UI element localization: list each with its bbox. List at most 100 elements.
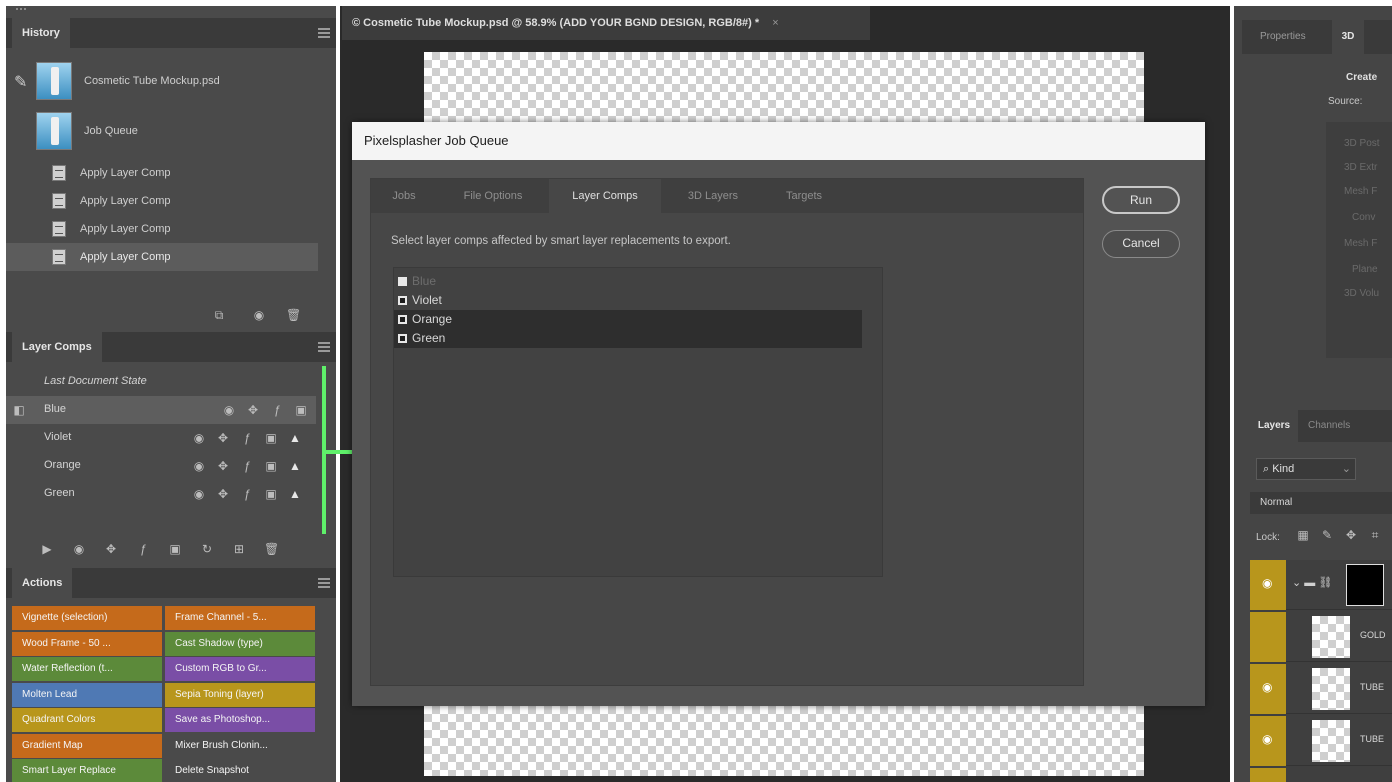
panel-menu-icon[interactable]: [318, 342, 330, 352]
fx-icon[interactable]: ƒ: [240, 487, 254, 501]
appearance-icon[interactable]: ▣: [294, 403, 308, 417]
fx-icon[interactable]: ƒ: [240, 431, 254, 445]
action-button[interactable]: Save as Photoshop...: [165, 708, 315, 732]
eye-icon[interactable]: ◉: [1262, 680, 1272, 694]
layer-comp-row[interactable]: ◧ Blue ◉ ✥ ƒ ▣: [6, 396, 316, 424]
run-button[interactable]: Run: [1102, 186, 1180, 214]
appearance-icon[interactable]: ▣: [264, 487, 278, 501]
new-comp-icon[interactable]: ⊞: [232, 542, 246, 556]
apply-fx-icon[interactable]: ƒ: [136, 542, 150, 556]
channels-tab[interactable]: Channels: [1308, 420, 1350, 431]
action-button[interactable]: Gradient Map: [12, 733, 162, 758]
warning-icon[interactable]: ▲: [288, 459, 302, 473]
warning-icon[interactable]: ▲: [288, 487, 302, 501]
3d-option[interactable]: Plane: [1352, 264, 1378, 275]
last-document-state-row[interactable]: Last Document State: [6, 368, 316, 396]
action-button[interactable]: Mixer Brush Clonin...: [165, 733, 315, 758]
fx-icon[interactable]: ƒ: [270, 403, 284, 417]
canvas-transparent-bottom[interactable]: [424, 706, 1144, 776]
visibility-icon[interactable]: ◉: [192, 459, 206, 473]
visibility-icon[interactable]: ◉: [222, 403, 236, 417]
layer-comp-row[interactable]: Violet ◉ ✥ ƒ ▣ ▲: [6, 424, 316, 452]
trash-icon[interactable]: 🗑: [286, 308, 301, 322]
play-icon[interactable]: ▶: [40, 542, 54, 556]
fx-icon[interactable]: ƒ: [240, 459, 254, 473]
tab-3d-layers[interactable]: 3D Layers: [665, 179, 761, 213]
update-icon[interactable]: ↻: [200, 542, 214, 556]
apply-position-icon[interactable]: ✥: [104, 542, 118, 556]
close-icon[interactable]: ×: [772, 17, 778, 29]
history-step[interactable]: Apply Layer Comp: [6, 187, 318, 215]
visibility-icon[interactable]: ◉: [192, 487, 206, 501]
action-button[interactable]: Sepia Toning (layer): [165, 682, 315, 707]
panel-menu-icon[interactable]: [318, 28, 330, 38]
layer-comp-row[interactable]: Orange ◉ ✥ ƒ ▣ ▲: [6, 452, 316, 480]
document-tab[interactable]: © Cosmetic Tube Mockup.psd @ 58.9% (ADD …: [342, 6, 870, 40]
3d-option[interactable]: 3D Extr: [1344, 162, 1377, 173]
canvas-transparent-top[interactable]: [424, 52, 1144, 128]
layer-row[interactable]: ◉ TUBE: [1250, 716, 1392, 766]
action-button[interactable]: Cast Shadow (type): [165, 631, 315, 656]
properties-tab[interactable]: Properties: [1260, 31, 1306, 42]
layer-comps-tab[interactable]: Layer Comps: [12, 332, 102, 362]
action-button[interactable]: Vignette (selection): [12, 606, 162, 630]
checkbox[interactable]: [398, 277, 407, 286]
folder-icon[interactable]: ⌄ ▬ ⛓: [1292, 576, 1332, 589]
layers-tab[interactable]: Layers: [1250, 410, 1298, 442]
kind-filter[interactable]: ⌕ Kind ⌄: [1256, 458, 1356, 480]
visibility-icon[interactable]: ◉: [192, 431, 206, 445]
warning-icon[interactable]: ▲: [288, 431, 302, 445]
3d-option[interactable]: 3D Volu: [1344, 288, 1379, 299]
history-snapshot[interactable]: Job Queue: [6, 108, 318, 154]
layer-row[interactable]: ◉ TUBE: [1250, 664, 1392, 714]
action-button[interactable]: Delete Snapshot: [165, 759, 315, 782]
history-step-current[interactable]: Apply Layer Comp: [6, 243, 318, 271]
checkbox[interactable]: [398, 296, 407, 305]
layer-row[interactable]: ◉ ⌄ ▬ ⛓: [1250, 560, 1392, 610]
3d-option[interactable]: Mesh F: [1344, 238, 1377, 249]
3d-option[interactable]: Conv: [1352, 212, 1375, 223]
tab-file-options[interactable]: File Options: [441, 179, 545, 213]
position-icon[interactable]: ✥: [216, 431, 230, 445]
tab-targets[interactable]: Targets: [765, 179, 843, 213]
checkbox[interactable]: [398, 334, 407, 343]
list-item[interactable]: Blue: [394, 272, 862, 291]
appearance-icon[interactable]: ▣: [264, 459, 278, 473]
checkbox[interactable]: [398, 315, 407, 324]
trash-icon[interactable]: 🗑: [264, 542, 279, 556]
history-step[interactable]: Apply Layer Comp: [6, 159, 318, 187]
cancel-button[interactable]: Cancel: [1102, 230, 1180, 258]
eye-icon[interactable]: ◉: [1262, 732, 1272, 746]
history-step[interactable]: Apply Layer Comp: [6, 215, 318, 243]
layer-comp-row[interactable]: Green ◉ ✥ ƒ ▣ ▲: [6, 480, 316, 508]
apply-appearance-icon[interactable]: ▣: [168, 542, 182, 556]
position-icon[interactable]: ✥: [246, 403, 260, 417]
lock-transparent-icon[interactable]: ▦: [1296, 528, 1310, 542]
tab-layer-comps[interactable]: Layer Comps: [549, 179, 661, 213]
history-tab[interactable]: History: [12, 18, 70, 48]
panel-grip[interactable]: [16, 8, 26, 12]
lock-position-icon[interactable]: ✥: [1344, 528, 1358, 542]
position-icon[interactable]: ✥: [216, 459, 230, 473]
panel-menu-icon[interactable]: [318, 578, 330, 588]
lock-artboard-icon[interactable]: ⌗: [1368, 528, 1382, 542]
3d-tab[interactable]: 3D: [1332, 20, 1364, 54]
apply-comp-icon[interactable]: ◧: [12, 403, 26, 417]
action-button[interactable]: Custom RGB to Gr...: [165, 657, 315, 681]
blend-mode-select[interactable]: Normal: [1250, 492, 1392, 514]
action-button[interactable]: Molten Lead: [12, 682, 162, 707]
history-snapshot[interactable]: ✎ Cosmetic Tube Mockup.psd: [6, 58, 318, 104]
action-button[interactable]: Quadrant Colors: [12, 708, 162, 732]
action-button[interactable]: Water Reflection (t...: [12, 657, 162, 681]
apply-visibility-icon[interactable]: ◉: [72, 542, 86, 556]
layer-row[interactable]: GOLD: [1250, 612, 1392, 662]
action-button[interactable]: Frame Channel - 5...: [165, 606, 315, 630]
appearance-icon[interactable]: ▣: [264, 431, 278, 445]
list-item[interactable]: Orange: [394, 310, 862, 329]
actions-tab[interactable]: Actions: [12, 568, 73, 598]
new-document-from-state-icon[interactable]: ⧉: [212, 308, 226, 322]
lock-paint-icon[interactable]: ✎: [1320, 528, 1334, 542]
list-item[interactable]: Green: [394, 329, 862, 348]
tab-jobs[interactable]: Jobs: [371, 179, 437, 213]
3d-option[interactable]: Mesh F: [1344, 186, 1377, 197]
